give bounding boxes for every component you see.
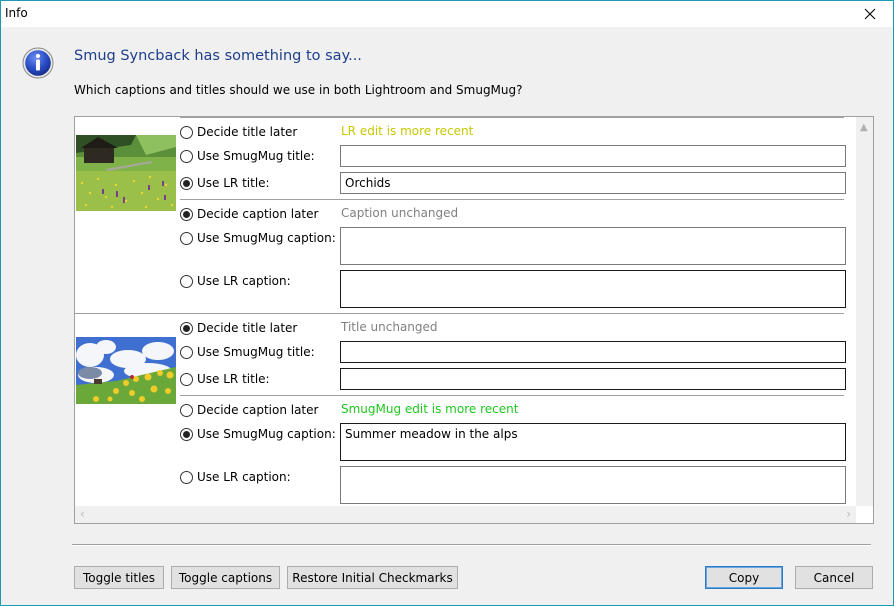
radio-button[interactable] — [180, 403, 193, 417]
info-icon — [22, 47, 54, 79]
radio-button[interactable] — [180, 149, 193, 163]
dialog-heading: Smug Syncback has something to say... — [74, 48, 362, 64]
radio-button[interactable] — [180, 372, 193, 386]
separator — [180, 395, 844, 397]
separator — [180, 199, 844, 201]
radio-button[interactable] — [180, 321, 193, 335]
item-1-thumbnail — [76, 135, 176, 211]
item-2-use-smugmug-caption-radio[interactable]: Use SmugMug caption: — [180, 426, 336, 442]
item-1-use-lr-title-radio[interactable]: Use LR title: — [180, 175, 270, 191]
scroll-corner — [856, 506, 873, 523]
item-1-smugmug-title-input[interactable] — [340, 145, 846, 167]
scroll-up-arrow-icon[interactable]: ▲ — [860, 122, 868, 133]
cancel-button[interactable]: Cancel — [795, 566, 873, 589]
item-2-thumbnail — [76, 337, 176, 404]
item-2-lr-caption-input[interactable] — [340, 466, 846, 504]
item-2-use-smugmug-title-radio[interactable]: Use SmugMug title: — [180, 344, 315, 360]
items-scroll-panel[interactable]: Decide title later LR edit is more recen… — [74, 116, 874, 524]
radio-button[interactable] — [180, 176, 193, 190]
item-separator — [75, 313, 844, 315]
item-1-use-smugmug-caption-radio[interactable]: Use SmugMug caption: — [180, 230, 336, 246]
radio-button[interactable] — [180, 345, 193, 359]
item-1-lr-title-input[interactable] — [340, 172, 846, 194]
toggle-captions-button[interactable]: Toggle captions — [171, 566, 280, 589]
item-2-lr-title-input[interactable] — [340, 368, 846, 390]
item-2-smugmug-title-input[interactable] — [340, 341, 846, 363]
radio-button[interactable] — [180, 274, 193, 288]
item-1-caption-status: Caption unchanged — [341, 206, 459, 220]
scroll-right-arrow-icon[interactable]: › — [846, 507, 851, 521]
info-dialog: Info Smug Syncback has something to say.… — [0, 0, 894, 606]
radio-button[interactable] — [180, 470, 193, 484]
item-2-use-lr-title-radio[interactable]: Use LR title: — [180, 371, 270, 387]
radio-button[interactable] — [180, 427, 193, 441]
item-1-title-status: LR edit is more recent — [341, 124, 474, 138]
dialog-question: Which captions and titles should we use … — [74, 83, 523, 97]
item-2-decide-title-later-radio[interactable]: Decide title later — [180, 320, 297, 336]
item-1-smugmug-caption-input[interactable] — [340, 227, 846, 265]
item-2-smugmug-caption-input[interactable]: Summer meadow in the alps — [340, 423, 846, 461]
radio-button[interactable] — [180, 231, 193, 245]
toggle-titles-button[interactable]: Toggle titles — [74, 566, 164, 589]
radio-button[interactable] — [180, 207, 193, 221]
vertical-scrollbar[interactable]: ▲ — [856, 117, 873, 507]
item-1-lr-caption-input[interactable] — [340, 270, 846, 308]
close-x-icon — [864, 8, 876, 20]
item-2-use-lr-caption-radio[interactable]: Use LR caption: — [180, 469, 291, 485]
title-bar: Info — [1, 1, 893, 27]
item-1-use-lr-caption-radio[interactable]: Use LR caption: — [180, 273, 291, 289]
restore-checkmarks-button[interactable]: Restore Initial Checkmarks — [287, 566, 458, 589]
item-2-title-status: Title unchanged — [341, 320, 438, 334]
item-1-use-smugmug-title-radio[interactable]: Use SmugMug title: — [180, 148, 315, 164]
separator — [180, 117, 844, 119]
item-2-decide-caption-later-radio[interactable]: Decide caption later — [180, 402, 318, 418]
scroll-left-arrow-icon[interactable]: ‹ — [80, 507, 85, 521]
window-title: Info — [5, 6, 28, 20]
copy-button[interactable]: Copy — [705, 566, 783, 589]
item-2-caption-status: SmugMug edit is more recent — [341, 402, 519, 416]
item-1-decide-title-later-radio[interactable]: Decide title later — [180, 124, 297, 140]
close-button[interactable] — [847, 1, 893, 27]
item-1-decide-caption-later-radio[interactable]: Decide caption later — [180, 206, 318, 222]
horizontal-scrollbar[interactable]: ‹ › — [75, 506, 856, 523]
radio-button[interactable] — [180, 125, 193, 139]
footer-separator — [72, 544, 871, 546]
